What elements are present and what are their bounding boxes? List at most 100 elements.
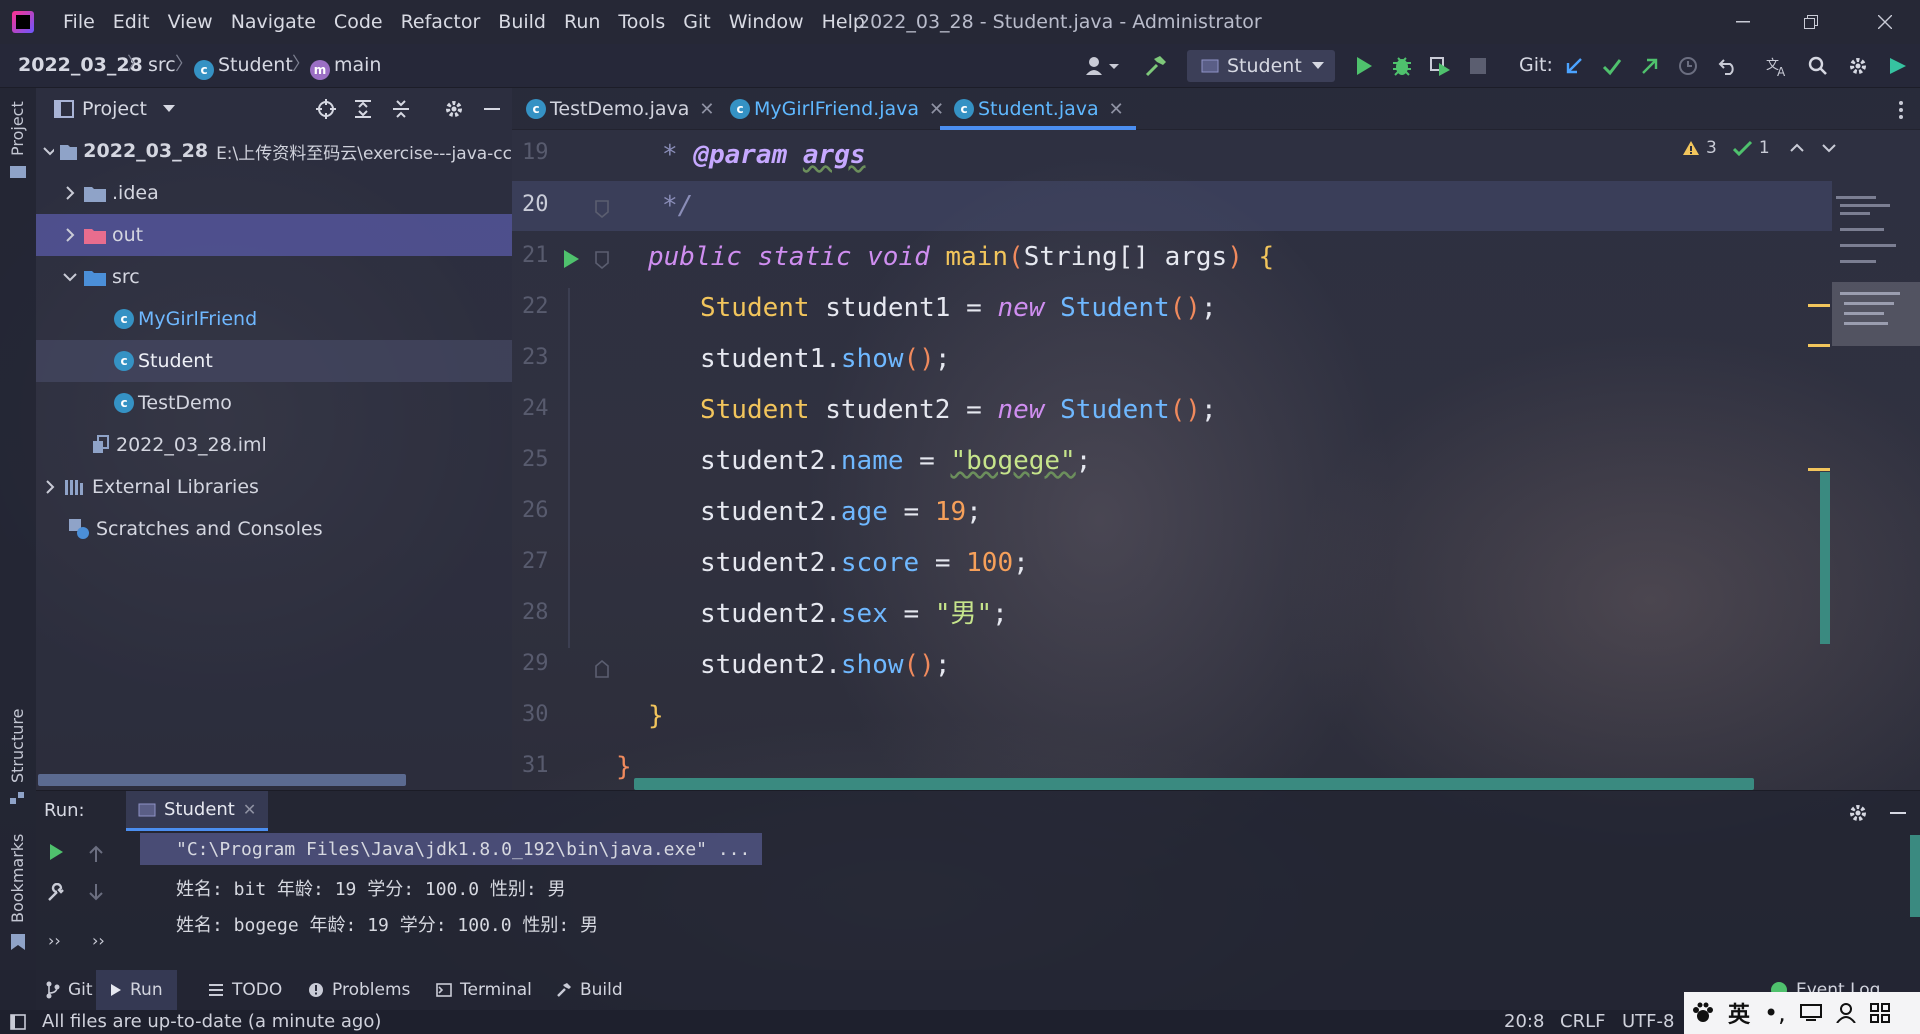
translate-button[interactable]: 文A [1764, 52, 1792, 80]
layout-toggle-icon[interactable] [10, 1014, 26, 1030]
gear-icon[interactable] [444, 99, 464, 119]
tree-item-mygirlfriend[interactable]: c MyGirlFriend [36, 298, 512, 340]
tool-tab-terminal[interactable]: Terminal [436, 970, 532, 1010]
run-button[interactable] [1350, 52, 1378, 80]
tree-item-testdemo[interactable]: c TestDemo [36, 382, 512, 424]
caret-position[interactable]: 20:8 [1504, 1010, 1544, 1034]
user-icon[interactable] [1836, 1003, 1856, 1023]
tab-student[interactable]: c Student.java ✕ [940, 88, 1136, 130]
menu-edit[interactable]: Edit [104, 0, 159, 44]
menu-tools[interactable]: Tools [609, 0, 674, 44]
horizontal-scrollbar[interactable] [38, 774, 406, 786]
tool-tab-run[interactable]: Run [96, 970, 177, 1010]
run-configuration-select[interactable]: Student [1187, 50, 1335, 82]
git-commit-button[interactable] [1598, 52, 1626, 80]
close-tab-icon[interactable]: ✕ [699, 99, 714, 120]
settings-button[interactable] [1844, 52, 1872, 80]
tool-tab-todo[interactable]: TODO [208, 970, 282, 1010]
minimize-button[interactable] [1710, 0, 1776, 44]
warning-marker[interactable] [1808, 304, 1830, 307]
expand-all-icon[interactable] [354, 99, 372, 119]
arrow-down-icon[interactable] [88, 883, 104, 901]
wrench-icon[interactable] [46, 883, 66, 903]
chevron-down-icon[interactable] [1821, 143, 1836, 153]
tree-item-out[interactable]: out [36, 214, 512, 256]
debug-button[interactable] [1388, 52, 1416, 80]
arrow-up-icon[interactable] [88, 845, 104, 863]
structure-tool-tab[interactable]: Structure [8, 709, 27, 783]
build-button[interactable] [1142, 52, 1170, 80]
tool-tab-git[interactable]: Git [46, 970, 93, 1010]
git-push-button[interactable] [1636, 52, 1664, 80]
locate-file-icon[interactable] [316, 99, 336, 119]
menu-run[interactable]: Run [555, 0, 609, 44]
grid-icon[interactable] [1869, 1003, 1890, 1023]
line-separator[interactable]: CRLF [1560, 1010, 1605, 1034]
tree-item-scratches[interactable]: Scratches and Consoles [36, 508, 512, 550]
menu-window[interactable]: Window [720, 0, 813, 44]
warning-marker[interactable] [1808, 468, 1830, 471]
breadcrumb-src[interactable]: src [148, 44, 176, 86]
menu-view[interactable]: View [159, 0, 222, 44]
chevron-up-icon[interactable] [1789, 143, 1804, 153]
breadcrumb-project[interactable]: 2022_03_28 [18, 44, 143, 86]
chevron-down-icon[interactable] [163, 105, 176, 113]
menu-build[interactable]: Build [489, 0, 555, 44]
run-with-coverage-button[interactable] [1426, 52, 1454, 80]
punctuation-icon[interactable]: •, [1764, 1001, 1786, 1025]
close-tab-icon[interactable]: ✕ [1109, 99, 1124, 120]
hide-panel-icon[interactable] [484, 108, 500, 110]
inspection-widget[interactable]: 3 1 [1682, 138, 1836, 158]
ime-language[interactable]: 英 [1728, 997, 1750, 1029]
project-tool-tab[interactable]: Project [8, 101, 27, 156]
code-minimap[interactable] [1832, 192, 1920, 346]
menu-code[interactable]: Code [325, 0, 392, 44]
tree-item-project-root[interactable]: 2022_03_28 E:\上传资料至码云\exercise---java-cc [36, 130, 512, 172]
run-gutter-icon[interactable] [562, 248, 580, 270]
keyboard-icon[interactable] [1799, 1003, 1822, 1023]
tree-item-src[interactable]: src [36, 256, 512, 298]
fold-marker-icon[interactable] [594, 660, 610, 678]
fold-marker-icon[interactable] [594, 251, 610, 269]
file-encoding[interactable]: UTF-8 [1622, 1010, 1674, 1034]
project-view-title[interactable]: Project [82, 98, 147, 120]
close-window-button[interactable] [1852, 0, 1918, 44]
editor-horizontal-scrollbar[interactable] [634, 778, 1754, 790]
editor-vertical-scrollbar[interactable] [1820, 472, 1830, 644]
paw-icon[interactable] [1692, 1002, 1714, 1024]
tool-tab-build[interactable]: Build [556, 970, 623, 1010]
tree-item-iml[interactable]: 2022_03_28.iml [36, 424, 512, 466]
git-update-button[interactable] [1560, 52, 1588, 80]
warning-marker[interactable] [1808, 344, 1830, 347]
menu-navigate[interactable]: Navigate [222, 0, 325, 44]
stop-button[interactable] [1464, 52, 1492, 80]
tool-tab-problems[interactable]: Problems [308, 970, 410, 1010]
more-actions-icon[interactable]: ›› [48, 931, 61, 950]
search-everywhere-button[interactable] [1804, 52, 1832, 80]
breadcrumb-method[interactable]: m main [310, 44, 381, 86]
menu-file[interactable]: File [54, 0, 104, 44]
menu-refactor[interactable]: Refactor [392, 0, 490, 44]
more-options-icon[interactable] [1898, 100, 1904, 120]
menu-git[interactable]: Git [674, 0, 719, 44]
tree-item-idea[interactable]: .idea [36, 172, 512, 214]
tab-mygirlfriend[interactable]: c MyGirlFriend.java ✕ [730, 88, 944, 130]
jetbrains-toolbox-button[interactable] [1884, 52, 1912, 80]
gear-icon[interactable] [1848, 803, 1868, 823]
git-rollback-button[interactable] [1714, 52, 1742, 80]
status-message[interactable]: All files are up-to-date (a minute ago) [42, 1010, 381, 1034]
breadcrumb-class[interactable]: c Student [194, 44, 293, 86]
bookmarks-tool-tab[interactable]: Bookmarks [8, 834, 27, 923]
git-history-button[interactable] [1674, 52, 1702, 80]
run-tab-student[interactable]: Student ✕ [126, 791, 269, 831]
user-dropdown-button[interactable] [1082, 52, 1122, 80]
close-tab-icon[interactable]: ✕ [243, 800, 256, 819]
restore-button[interactable] [1778, 0, 1844, 44]
hide-panel-icon[interactable] [1890, 812, 1906, 814]
console-scrollbar[interactable] [1910, 835, 1920, 917]
tab-testdemo[interactable]: c TestDemo.java ✕ [526, 88, 714, 130]
rerun-icon[interactable] [48, 843, 64, 861]
fold-marker-icon[interactable] [594, 200, 610, 218]
more-actions-icon[interactable]: ›› [92, 931, 105, 950]
tree-item-student[interactable]: c Student [36, 340, 512, 382]
